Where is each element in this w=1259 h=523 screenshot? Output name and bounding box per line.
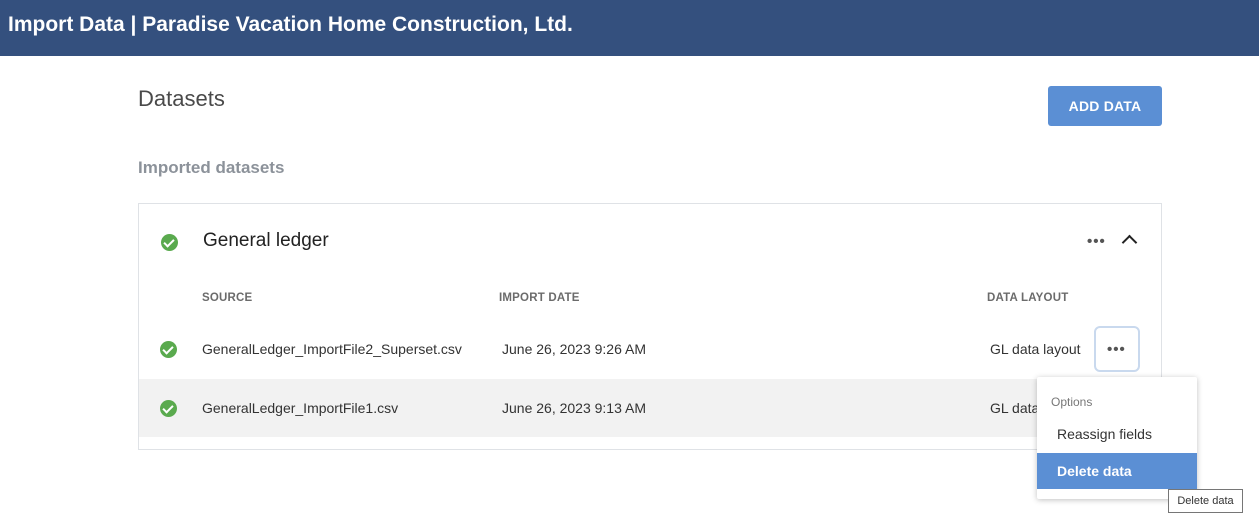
column-header-data-layout: DATA LAYOUT <box>987 292 1069 304</box>
import-date-cell: June 26, 2023 9:26 AM <box>502 341 646 357</box>
source-cell: GeneralLedger_ImportFile1.csv <box>202 400 399 416</box>
check-circle-icon <box>160 341 177 358</box>
check-circle-icon <box>161 234 178 251</box>
tooltip: Delete data <box>1168 489 1243 513</box>
app-title: Import Data | Paradise Vacation Home Con… <box>8 13 573 36</box>
app-header: Import Data | Paradise Vacation Home Con… <box>0 0 1259 56</box>
options-menu: Options Reassign fields Delete data <box>1037 377 1197 499</box>
row-options-button[interactable]: ••• <box>1094 326 1140 372</box>
source-cell: GeneralLedger_ImportFile2_Superset.csv <box>202 341 462 357</box>
table-row[interactable]: GeneralLedger_ImportFile2_Superset.csv J… <box>139 320 1161 378</box>
add-data-button[interactable]: ADD DATA <box>1048 86 1162 126</box>
ellipsis-icon[interactable]: ••• <box>1087 234 1106 249</box>
column-header-source: SOURCE <box>202 292 253 304</box>
menu-header: Options <box>1051 395 1093 409</box>
section-subtitle: Imported datasets <box>138 158 285 177</box>
table-row[interactable]: GeneralLedger_ImportFile1.csv June 26, 2… <box>139 379 1161 437</box>
dataset-group-card: General ledger ••• SOURCE IMPORT DATE DA… <box>138 203 1162 450</box>
chevron-up-icon[interactable] <box>1121 234 1138 251</box>
menu-item-delete-data[interactable]: Delete data <box>1037 453 1197 489</box>
column-header-import-date: IMPORT DATE <box>499 292 580 304</box>
check-circle-icon <box>160 400 177 417</box>
ellipsis-icon: ••• <box>1107 341 1126 358</box>
data-layout-cell: GL data <box>990 400 1040 416</box>
data-layout-cell: GL data layout <box>990 341 1081 357</box>
dataset-group-title: General ledger <box>203 230 329 251</box>
page-title: Datasets <box>138 86 225 111</box>
menu-item-reassign-fields[interactable]: Reassign fields <box>1037 416 1197 452</box>
import-date-cell: June 26, 2023 9:13 AM <box>502 400 646 416</box>
